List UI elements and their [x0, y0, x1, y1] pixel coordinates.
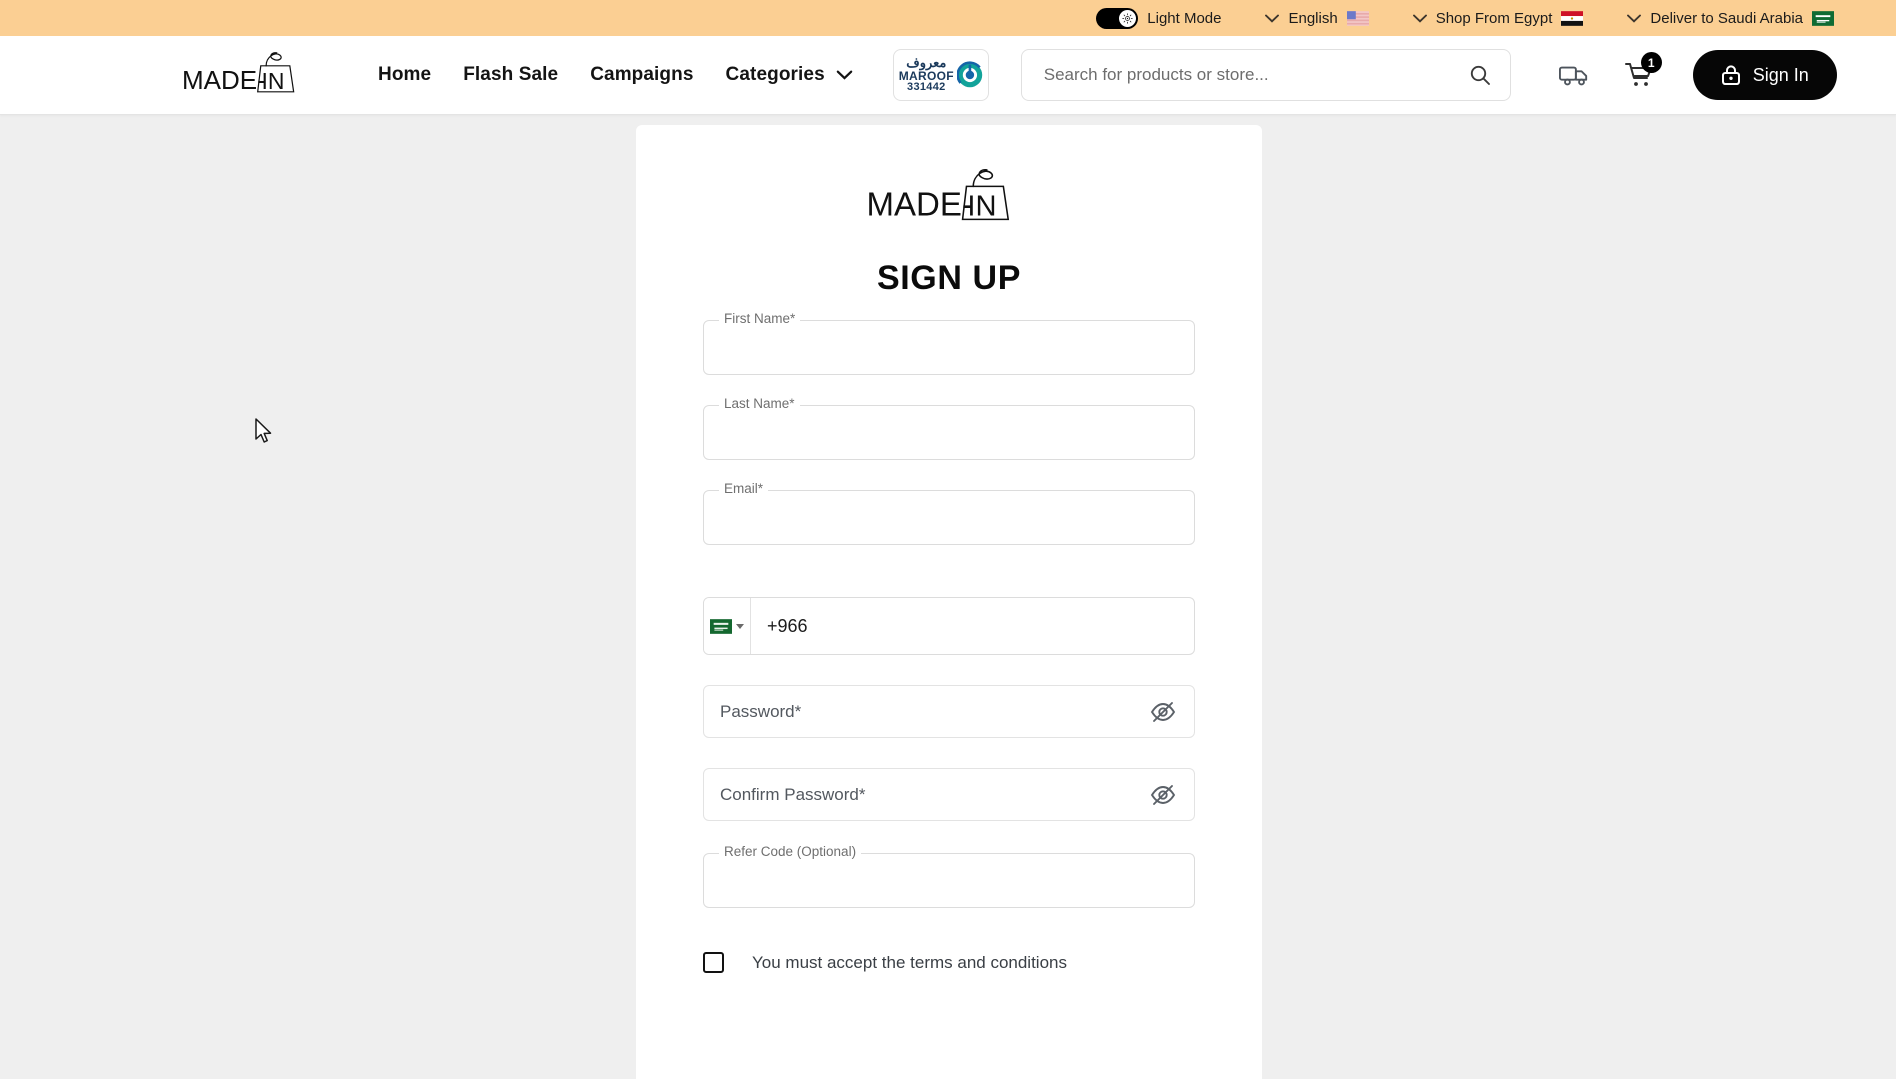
main-navigation: Home Flash Sale Campaigns Categories — [378, 64, 853, 86]
sa-flag-icon — [710, 618, 732, 634]
made-in-logo-icon: MADE- IN — [182, 52, 295, 95]
sa-flag-icon — [1812, 10, 1834, 26]
nav-label: Campaigns — [590, 64, 694, 85]
last-name-input[interactable] — [704, 406, 1194, 459]
page-title: SIGN UP — [876, 259, 1021, 297]
nav-item-categories[interactable]: Categories — [726, 64, 853, 86]
search-icon[interactable] — [1468, 63, 1492, 87]
track-order-button[interactable] — [1558, 62, 1589, 88]
signup-logo: MADE- IN — [703, 165, 1195, 231]
country-code-select[interactable] — [704, 598, 751, 654]
first-name-field[interactable]: First Name* — [703, 312, 1195, 375]
header-action-icons: 1 — [1558, 52, 1662, 89]
sign-in-label: Sign In — [1752, 64, 1809, 85]
site-header: MADE- IN Home Flash Sale Campaigns Categ… — [0, 36, 1896, 115]
signup-card: MADE- IN SIGN UP First Name* Last Name* … — [636, 125, 1262, 1079]
chevron-down-icon — [736, 623, 744, 629]
nav-item-home[interactable]: Home — [378, 64, 431, 86]
nav-label: Categories — [725, 64, 825, 85]
language-selector[interactable]: English — [1243, 10, 1390, 27]
made-in-logo-icon: MADE- IN — [867, 169, 1010, 222]
maroof-seal-icon — [956, 61, 983, 89]
eg-flag-icon — [1561, 10, 1584, 26]
toggle-confirm-password-visibility-button[interactable] — [1132, 784, 1194, 806]
svg-text:MADE-: MADE- — [867, 185, 973, 222]
shop-from-label: Shop From Egypt — [1435, 9, 1553, 27]
theme-mode-toggle-group[interactable]: Light Mode — [1074, 7, 1243, 29]
phone-input[interactable] — [751, 598, 1194, 654]
light-mode-label: Light Mode — [1147, 9, 1222, 27]
language-label: English — [1288, 9, 1338, 27]
phone-number-field[interactable] — [703, 597, 1195, 655]
maroof-number: 331442 — [907, 81, 946, 94]
lock-icon — [1721, 65, 1740, 85]
refer-code-input[interactable] — [704, 854, 1194, 907]
deliver-to-label: Deliver to Saudi Arabia — [1650, 9, 1803, 27]
toggle-knob — [1119, 9, 1137, 27]
svg-text:IN: IN — [967, 190, 996, 222]
chevron-down-icon — [1412, 14, 1427, 23]
password-field[interactable] — [703, 685, 1195, 738]
terms-text: You must accept the terms and conditions — [752, 952, 1067, 972]
nav-label: Home — [378, 64, 432, 85]
cart-count-badge: 1 — [1640, 52, 1662, 73]
chevron-down-icon — [1627, 14, 1642, 23]
search-input[interactable] — [1043, 65, 1468, 85]
eye-off-icon — [1150, 701, 1176, 722]
top-utility-bar: Light Mode English Shop From Egypt Deliv… — [0, 0, 1896, 36]
shop-from-country-selector[interactable]: Shop From Egypt — [1391, 10, 1606, 27]
nav-label: Flash Sale — [463, 64, 559, 85]
nav-item-flash-sale[interactable]: Flash Sale — [463, 64, 558, 86]
refer-code-field[interactable]: Refer Code (Optional) — [703, 845, 1195, 908]
first-name-input[interactable] — [704, 321, 1194, 374]
truck-icon — [1558, 66, 1587, 86]
deliver-to-country-selector[interactable]: Deliver to Saudi Arabia — [1605, 10, 1856, 27]
last-name-field[interactable]: Last Name* — [703, 397, 1195, 460]
toggle-password-visibility-button[interactable] — [1132, 701, 1194, 723]
svg-text:IN: IN — [262, 68, 285, 94]
sun-icon — [1122, 12, 1133, 24]
confirm-password-input[interactable] — [704, 784, 1132, 805]
accept-terms-checkbox[interactable] — [703, 952, 724, 973]
light-mode-toggle[interactable] — [1096, 7, 1139, 29]
maroof-arabic: معروف — [906, 55, 947, 71]
maroof-badge[interactable]: معروف MAROOF 331442 — [892, 49, 989, 101]
nav-item-campaigns[interactable]: Campaigns — [590, 64, 693, 86]
search-bar[interactable] — [1020, 49, 1511, 101]
email-field[interactable]: Email* — [703, 482, 1195, 545]
password-input[interactable] — [704, 701, 1132, 722]
page-body: MADE- IN SIGN UP First Name* Last Name* … — [0, 115, 1896, 1079]
chevron-down-icon — [836, 70, 853, 80]
us-flag-icon — [1346, 10, 1369, 26]
eye-off-icon — [1150, 784, 1176, 805]
brand-logo[interactable]: MADE- IN — [182, 49, 312, 101]
sign-in-button[interactable]: Sign In — [1692, 50, 1837, 100]
email-input[interactable] — [704, 491, 1194, 544]
maroof-text: معروف MAROOF 331442 — [899, 56, 954, 94]
terms-row: You must accept the terms and conditions — [703, 952, 1195, 973]
cart-button[interactable]: 1 — [1624, 52, 1662, 89]
confirm-password-field[interactable] — [703, 768, 1195, 821]
svg-text:MADE-: MADE- — [182, 65, 266, 95]
chevron-down-icon — [1265, 14, 1280, 23]
